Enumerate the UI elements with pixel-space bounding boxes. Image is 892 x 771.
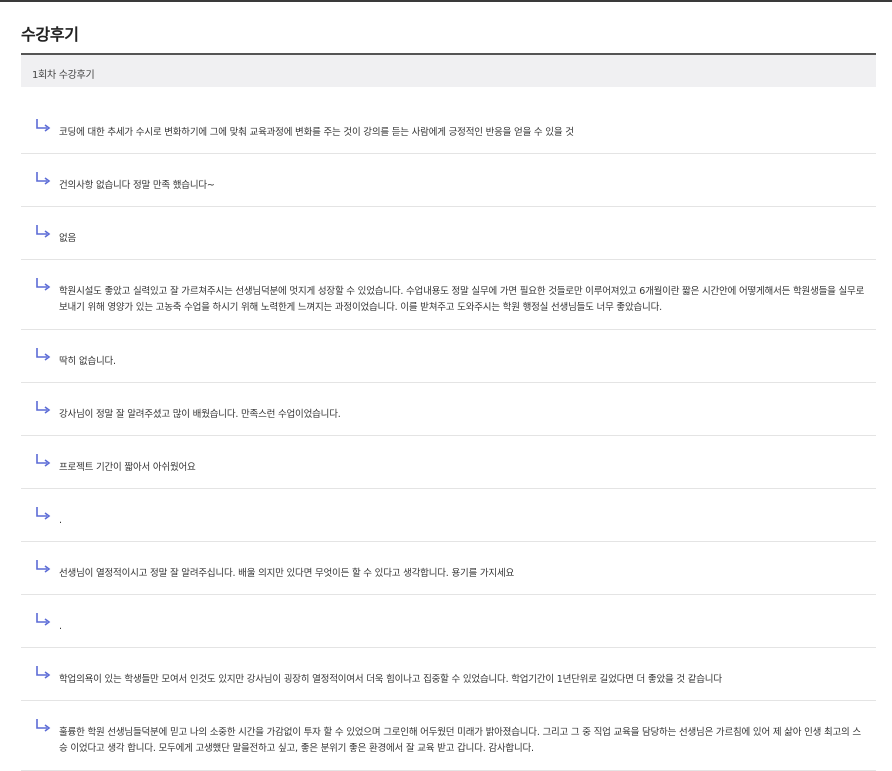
review-item: 건의사항 없습니다 정말 만족 했습니다~	[21, 154, 876, 207]
page-title: 수강후기	[21, 25, 79, 44]
review-item: 학원시설도 좋았고 실력있고 잘 가르쳐주시는 선생님덕분에 멋지게 성장할 수…	[21, 260, 876, 330]
reply-arrow-icon	[35, 277, 51, 291]
reply-arrow-icon	[35, 718, 51, 732]
round-label: 1회차 수강후기	[32, 70, 95, 81]
reply-arrow-icon	[35, 171, 51, 185]
review-item: 강사님이 정말 잘 알려주셨고 많이 배웠습니다. 만족스런 수업이었습니다.	[21, 383, 876, 436]
review-text: 훌륭한 학원 선생님들덕분에 믿고 나의 소중한 시간을 가감없이 투자 할 수…	[59, 727, 861, 754]
review-text: .	[59, 515, 62, 526]
review-item: 학업의욕이 있는 학생들만 모여서 인것도 있지만 강사님이 굉장히 열정적이여…	[21, 648, 876, 701]
review-text: 딱히 없습니다.	[59, 356, 116, 367]
reply-arrow-icon	[35, 506, 51, 520]
review-item: 훌륭한 학원 선생님들덕분에 믿고 나의 소중한 시간을 가감없이 투자 할 수…	[21, 701, 876, 771]
review-item: .	[21, 489, 876, 542]
review-text: 학원시설도 좋았고 실력있고 잘 가르쳐주시는 선생님덕분에 멋지게 성장할 수…	[59, 286, 865, 313]
round-header: 1회차 수강후기	[21, 53, 876, 87]
review-text: 코딩에 대한 추세가 수시로 변화하기에 그에 맞춰 교육과정에 변화를 주는 …	[59, 127, 574, 138]
review-item: 선생님이 열정적이시고 정말 잘 알려주십니다. 배울 의지만 있다면 무엇이든…	[21, 542, 876, 595]
reply-arrow-icon	[35, 118, 51, 132]
reply-arrow-icon	[35, 612, 51, 626]
top-border	[0, 0, 892, 2]
reply-arrow-icon	[35, 347, 51, 361]
reply-arrow-icon	[35, 224, 51, 238]
review-item: .	[21, 595, 876, 648]
review-item: 딱히 없습니다.	[21, 330, 876, 383]
review-text: 프로젝트 기간이 짧아서 아쉬웠어요	[59, 462, 196, 473]
reply-arrow-icon	[35, 400, 51, 414]
reply-arrow-icon	[35, 559, 51, 573]
review-text: 선생님이 열정적이시고 정말 잘 알려주십니다. 배울 의지만 있다면 무엇이든…	[59, 568, 515, 579]
review-text: 건의사항 없습니다 정말 만족 했습니다~	[59, 180, 215, 191]
review-item: 코딩에 대한 추세가 수시로 변화하기에 그에 맞춰 교육과정에 변화를 주는 …	[21, 101, 876, 154]
review-item: 없음	[21, 207, 876, 260]
review-item: 프로젝트 기간이 짧아서 아쉬웠어요	[21, 436, 876, 489]
review-text: .	[59, 621, 62, 632]
review-text: 강사님이 정말 잘 알려주셨고 많이 배웠습니다. 만족스런 수업이었습니다.	[59, 409, 341, 420]
reply-arrow-icon	[35, 453, 51, 467]
review-text: 없음	[59, 233, 77, 244]
review-text: 학업의욕이 있는 학생들만 모여서 인것도 있지만 강사님이 굉장히 열정적이여…	[59, 674, 722, 685]
reply-arrow-icon	[35, 665, 51, 679]
